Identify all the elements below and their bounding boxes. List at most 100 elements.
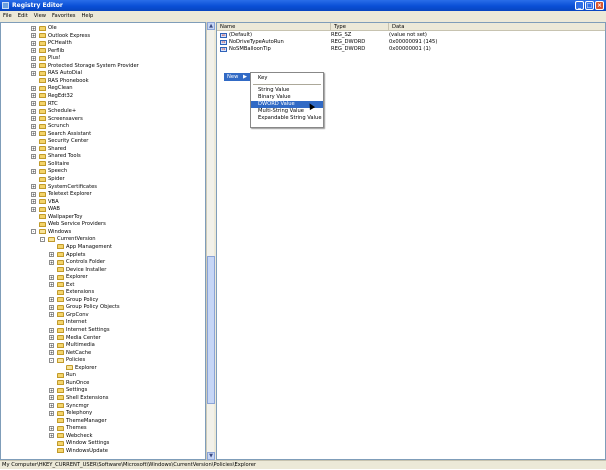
- expand-icon[interactable]: +: [31, 85, 36, 91]
- tree-node[interactable]: + Controls Folder: [1, 259, 205, 265]
- tree-node[interactable]: + NetCache: [1, 350, 205, 356]
- tree-node[interactable]: + RegClean: [1, 85, 205, 91]
- tree-node[interactable]: Extensions: [1, 289, 205, 295]
- expand-icon[interactable]: +: [31, 184, 36, 190]
- tree-node[interactable]: + Media Center: [1, 335, 205, 341]
- expand-icon[interactable]: +: [49, 312, 54, 318]
- tree-node[interactable]: + Syncmgr: [1, 403, 205, 409]
- scroll-down-icon[interactable]: ▼: [207, 452, 215, 460]
- maximize-icon[interactable]: □: [585, 1, 594, 10]
- expand-icon[interactable]: +: [49, 433, 54, 439]
- tree-node[interactable]: + SystemCertificates: [1, 184, 205, 190]
- tree-node[interactable]: + WAB: [1, 206, 205, 212]
- tree-node[interactable]: WallpaperToy: [1, 214, 205, 220]
- expand-icon[interactable]: +: [31, 123, 36, 129]
- tree-node[interactable]: App Management: [1, 244, 205, 250]
- expand-icon[interactable]: +: [31, 33, 36, 39]
- tree-node[interactable]: + RTC: [1, 101, 205, 107]
- tree-node[interactable]: + Telephony: [1, 410, 205, 416]
- expand-icon[interactable]: +: [49, 252, 54, 257]
- menu-help[interactable]: Help: [81, 11, 93, 21]
- tree-node[interactable]: Spider: [1, 176, 205, 182]
- tree-node[interactable]: + Speech: [1, 168, 205, 174]
- tree-node[interactable]: + Group Policy: [1, 297, 205, 303]
- tree-node[interactable]: + Settings: [1, 387, 205, 393]
- tree-node[interactable]: + Perflib: [1, 48, 205, 54]
- registry-value-row[interactable]: 01 NoSMBalloonTip REG_DWORD 0x00000001 (1): [217, 46, 605, 53]
- key-tree-pane[interactable]: + Ole + Outlook Express + PCHealth + Perflib + Pl…: [0, 22, 206, 460]
- registry-value-row[interactable]: ab (Default) REG_SZ (value not set): [217, 32, 605, 39]
- expand-icon[interactable]: +: [49, 259, 54, 265]
- collapse-icon[interactable]: -: [31, 229, 36, 235]
- tree-node[interactable]: + Internet Settings: [1, 327, 205, 333]
- menu-edit[interactable]: Edit: [18, 11, 28, 21]
- menu-view[interactable]: View: [34, 11, 46, 21]
- tree-node[interactable]: Window Settings: [1, 440, 205, 446]
- menu-item-string-value[interactable]: String Value: [251, 87, 323, 94]
- minimize-icon[interactable]: _: [575, 1, 584, 10]
- tree-node[interactable]: + Explorer: [1, 274, 205, 280]
- tree-node[interactable]: Web Service Providers: [1, 221, 205, 227]
- tree-node[interactable]: Solitaire: [1, 161, 205, 167]
- tree-node[interactable]: + GrpConv: [1, 312, 205, 318]
- expand-icon[interactable]: +: [49, 274, 54, 280]
- expand-icon[interactable]: +: [49, 387, 54, 393]
- expand-icon[interactable]: +: [31, 25, 36, 31]
- expand-icon[interactable]: +: [31, 40, 36, 46]
- tree-node[interactable]: + RegEdt32: [1, 93, 205, 99]
- tree-node[interactable]: + Group Policy Objects: [1, 304, 205, 310]
- column-header-data[interactable]: Data: [389, 23, 605, 30]
- tree-node[interactable]: Run: [1, 372, 205, 378]
- expand-icon[interactable]: +: [31, 55, 36, 61]
- menu-item-expandable-string-value[interactable]: Expandable String Value: [251, 115, 323, 122]
- tree-node[interactable]: WindowsUpdate: [1, 448, 205, 454]
- tree-node[interactable]: Security Center: [1, 138, 205, 144]
- tree-node[interactable]: + Shared Tools: [1, 153, 205, 159]
- tree-node[interactable]: + Ext: [1, 282, 205, 288]
- menu-favorites[interactable]: Favorites: [52, 11, 75, 21]
- tree-node[interactable]: + Plus!: [1, 55, 205, 61]
- tree-node[interactable]: + Shared: [1, 146, 205, 152]
- tree-node[interactable]: + Screensavers: [1, 116, 205, 122]
- close-icon[interactable]: ×: [595, 1, 604, 10]
- menu-item-multi-string-value[interactable]: Multi-String Value: [251, 108, 323, 115]
- tree-node[interactable]: + RAS AutoDial: [1, 70, 205, 76]
- expand-icon[interactable]: +: [49, 425, 54, 431]
- tree-node[interactable]: RAS Phonebook: [1, 78, 205, 84]
- context-menu-new[interactable]: New ▶: [224, 73, 250, 81]
- tree-node[interactable]: Device Installer: [1, 267, 205, 273]
- expand-icon[interactable]: +: [31, 101, 36, 106]
- menu-item-binary-value[interactable]: Binary Value: [251, 94, 323, 101]
- collapse-icon[interactable]: -: [49, 357, 54, 363]
- tree-node[interactable]: - CurrentVersion: [1, 236, 205, 242]
- tree-node[interactable]: + Applets: [1, 252, 205, 258]
- menu-item-key[interactable]: Key: [251, 75, 323, 82]
- expand-icon[interactable]: +: [31, 108, 36, 114]
- tree-node[interactable]: - Windows: [1, 229, 205, 235]
- tree-node[interactable]: + Teletext Explorer: [1, 191, 205, 197]
- expand-icon[interactable]: +: [31, 206, 36, 212]
- tree-node[interactable]: Internet: [1, 319, 205, 325]
- menu-file[interactable]: File: [3, 11, 12, 21]
- tree-scrollbar[interactable]: ▲ ▼: [206, 22, 215, 460]
- expand-icon[interactable]: +: [49, 335, 54, 341]
- column-header-name[interactable]: Name: [217, 23, 331, 30]
- tree-node[interactable]: + Shell Extensions: [1, 395, 205, 401]
- expand-icon[interactable]: +: [31, 48, 36, 54]
- expand-icon[interactable]: +: [31, 199, 36, 205]
- tree-node[interactable]: + Ole: [1, 25, 205, 31]
- collapse-icon[interactable]: -: [40, 236, 45, 242]
- tree-node[interactable]: + Schedule+: [1, 108, 205, 114]
- expand-icon[interactable]: +: [31, 63, 36, 69]
- expand-icon[interactable]: +: [49, 410, 54, 416]
- expand-icon[interactable]: +: [31, 131, 36, 137]
- tree-node[interactable]: + Themes: [1, 425, 205, 431]
- expand-icon[interactable]: +: [49, 350, 54, 356]
- registry-value-row[interactable]: 01 NoDriveTypeAutoRun REG_DWORD 0x00000091 …: [217, 39, 605, 46]
- expand-icon[interactable]: +: [31, 168, 36, 174]
- column-header-type[interactable]: Type: [331, 23, 389, 30]
- expand-icon[interactable]: +: [49, 327, 54, 333]
- tree-node[interactable]: + Outlook Express: [1, 33, 205, 39]
- expand-icon[interactable]: +: [31, 153, 36, 159]
- tree-node[interactable]: + VBA: [1, 199, 205, 205]
